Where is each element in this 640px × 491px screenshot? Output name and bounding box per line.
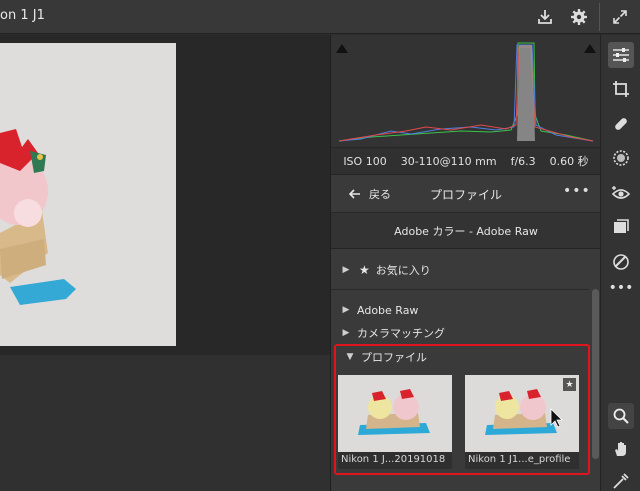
group-label: カメラマッチング [357, 327, 445, 340]
group-label: お気に入り [375, 264, 431, 277]
aperture-value: f/6.3 [510, 154, 536, 168]
image-canvas[interactable] [0, 35, 330, 491]
healing-brush-icon[interactable] [608, 111, 634, 137]
star-icon: ★ [359, 263, 370, 277]
more-tools-icon[interactable]: ••• [608, 275, 634, 301]
lens-value: 30-110@110 mm [400, 154, 497, 168]
iso-value: ISO 100 [343, 154, 387, 168]
red-eye-icon[interactable] [608, 180, 634, 206]
profile-caption: Nikon 1 J1...e_profile [468, 454, 571, 465]
camera-info-bar: ISO 100 30-110@110 mm f/6.3 0.60 秒 [331, 147, 601, 175]
profile-preview-image [338, 375, 452, 452]
group-camera-matching[interactable]: ▶ カメラマッチング [331, 322, 589, 344]
shutter-value: 0.60 秒 [549, 155, 589, 168]
group-profiles[interactable]: ▼ プロファイル [335, 346, 585, 368]
eyedropper-icon[interactable] [608, 471, 634, 491]
profile-thumbnail[interactable]: ★ Nikon 1 J1...e_profile [465, 375, 579, 469]
highlight-clipping-icon[interactable] [583, 39, 597, 53]
profile-thumbnail[interactable]: Nikon 1 J...20191018 [338, 375, 452, 469]
expand-triangle-icon: ▶ [342, 265, 350, 275]
photo-preview [0, 43, 176, 346]
expand-triangle-icon: ▶ [342, 305, 350, 315]
current-profile-dropdown[interactable]: Adobe カラー - Adobe Raw [331, 213, 601, 249]
group-label: プロファイル [361, 351, 427, 364]
collapse-triangle-icon: ▼ [346, 352, 354, 362]
more-options-icon[interactable]: ••• [563, 183, 591, 199]
crop-icon[interactable] [608, 76, 634, 102]
profile-preview-image [465, 375, 579, 452]
expand-icon[interactable] [608, 5, 632, 29]
save-icon[interactable] [533, 5, 557, 29]
shadow-clipping-icon[interactable] [335, 39, 349, 53]
hand-icon[interactable] [608, 436, 634, 462]
gear-icon[interactable] [567, 5, 591, 29]
toolbar-divider [599, 3, 600, 31]
panel-title: プロファイル [429, 188, 502, 202]
zoom-icon[interactable] [608, 403, 634, 429]
histogram [331, 35, 601, 147]
group-adobe-raw[interactable]: ▶ Adobe Raw [331, 299, 589, 321]
presets-icon[interactable] [608, 214, 634, 240]
edit-panel: ISO 100 30-110@110 mm f/6.3 0.60 秒 戻る プロ… [330, 35, 601, 491]
app-window: on 1 J1 ISO 100 30-110@110 mm f/6.3 0.60… [0, 0, 640, 491]
canvas-background [0, 355, 330, 491]
divider [331, 289, 589, 290]
tool-strip: ••• [600, 35, 640, 491]
profile-caption: Nikon 1 J...20191018 [341, 454, 446, 465]
favorite-star-icon[interactable]: ★ [563, 378, 576, 391]
profile-header: 戻る プロファイル ••• [331, 175, 601, 213]
mask-icon[interactable] [608, 145, 634, 171]
title-bar: on 1 J1 [0, 0, 640, 34]
expand-triangle-icon: ▶ [342, 328, 350, 338]
group-label: Adobe Raw [357, 303, 419, 317]
group-favorites[interactable]: ▶ ★ お気に入り [331, 259, 589, 281]
edit-sliders-icon[interactable] [608, 42, 634, 68]
scrollbar-thumb[interactable] [592, 289, 599, 459]
window-title: on 1 J1 [0, 8, 45, 23]
snapshots-icon[interactable] [608, 249, 634, 275]
current-profile-label: Adobe カラー - Adobe Raw [394, 224, 538, 238]
